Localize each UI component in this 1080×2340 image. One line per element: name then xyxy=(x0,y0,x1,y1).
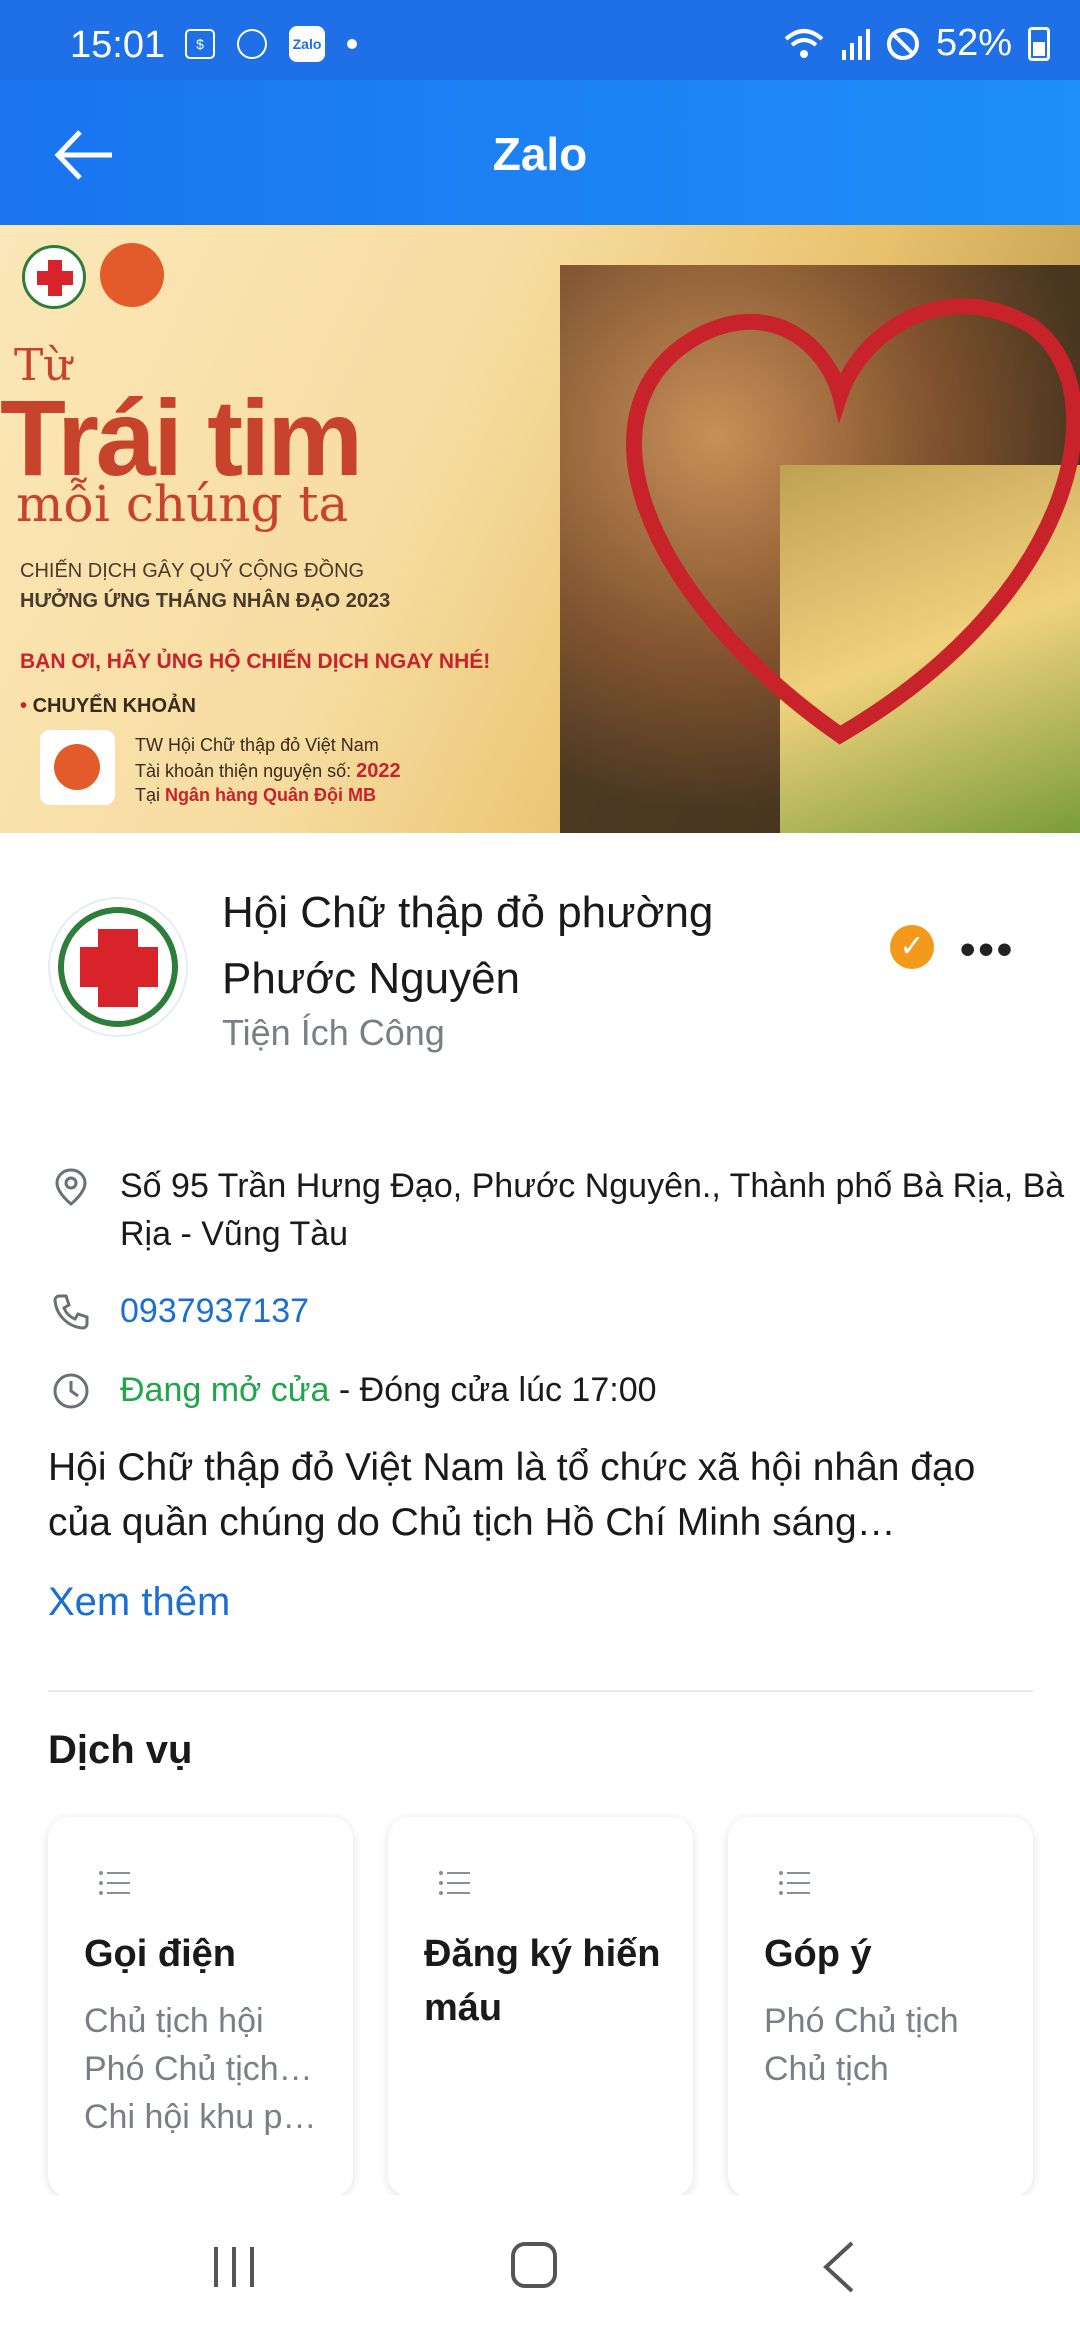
red-cross-icon-bar xyxy=(80,947,158,987)
sim-icon: $ xyxy=(185,29,215,59)
service-card-item: Phó Chủ tịch xyxy=(764,2002,959,2040)
status-bar: 15:01 $ Zalo 52% xyxy=(0,0,1080,80)
avatar[interactable] xyxy=(48,897,188,1037)
system-nav-bar xyxy=(0,2195,1080,2340)
banner-campaign: CHIẾN DỊCH GÂY QUỸ CỘNG ĐỒNG xyxy=(20,560,365,582)
status-time: 15:01 xyxy=(70,24,166,66)
divider xyxy=(48,1690,1033,1692)
banner-bank: Tại Ngân hàng Quân Đội MB xyxy=(135,785,376,806)
do-not-disturb-icon xyxy=(886,27,919,60)
see-more-link[interactable]: Xem thêm xyxy=(48,1580,230,1625)
heart-ribbon-graphic xyxy=(626,298,1080,745)
hours-row: Đang mở cửa - Đóng cửa lúc 17:00 xyxy=(50,1366,1040,1416)
fingerprint-icon xyxy=(237,29,267,59)
service-card-item: Phó Chủ tịch… xyxy=(84,2050,313,2088)
wifi-icon xyxy=(784,28,824,58)
location-pin-icon xyxy=(55,1168,87,1206)
banner-account-prefix: Tài khoản thiện nguyện số: xyxy=(135,761,352,781)
banner-call: BẠN ƠI, HÃY ỦNG HỘ CHIẾN DỊCH NGAY NHÉ! xyxy=(20,650,491,673)
closing-time: - Đóng cửa lúc 17:00 xyxy=(329,1371,657,1409)
home-icon[interactable] xyxy=(511,2242,557,2288)
humanitarian-hands-logo xyxy=(100,243,164,307)
phone-icon xyxy=(53,1294,89,1330)
phone-row[interactable]: 0937937137 xyxy=(50,1287,1040,1337)
list-icon xyxy=(99,1871,130,1895)
verified-badge-icon: ✓ xyxy=(890,925,934,969)
hours-text: Đang mở cửa - Đóng cửa lúc 17:00 xyxy=(120,1366,1080,1414)
address-row[interactable]: Số 95 Trần Hưng Đạo, Phước Nguyên., Thàn… xyxy=(50,1162,1064,1262)
service-card-call[interactable]: Gọi điện Chủ tịch hội Phó Chủ tịch… Chi … xyxy=(48,1817,353,2197)
header-title: Zalo xyxy=(492,128,588,180)
more-options-button[interactable]: ••• xyxy=(960,925,1015,975)
banner-org: TW Hội Chữ thập đỏ Việt Nam xyxy=(135,735,379,755)
recent-apps-icon[interactable] xyxy=(210,2243,258,2291)
battery-icon xyxy=(1028,26,1050,61)
banner-account-number: 2022 xyxy=(356,760,401,782)
service-card-item: Chủ tịch hội xyxy=(84,2002,264,2040)
app-header: Zalo xyxy=(0,80,1080,225)
description-text: Hội Chữ thập đỏ Việt Nam là tổ chức xã h… xyxy=(48,1446,976,1544)
service-card-title: Gọi điện xyxy=(84,1933,236,1975)
service-card-item: Chi hội khu p… xyxy=(84,2098,317,2136)
list-icon xyxy=(779,1871,810,1895)
clock-icon xyxy=(53,1373,89,1409)
banner-month: HƯỞNG ỨNG THÁNG NHÂN ĐẠO 2023 xyxy=(20,590,391,612)
zalo-notification-icon: Zalo xyxy=(289,26,325,62)
more-notifications-dot xyxy=(347,39,357,49)
banner-bank-prefix: Tại xyxy=(135,785,161,805)
cover-banner[interactable]: Từ Trái tim mỗi chúng ta CHIẾN DỊCH GÂY … xyxy=(0,225,1080,833)
banner-bank-name: Ngân hàng Quân Đội MB xyxy=(165,785,377,805)
phone-number-link[interactable]: 0937937137 xyxy=(120,1287,1080,1335)
battery-percent: 52% xyxy=(935,22,1012,64)
address-text: Số 95 Trần Hưng Đạo, Phước Nguyên., Thàn… xyxy=(120,1167,1065,1253)
services-title: Dịch vụ xyxy=(48,1728,193,1772)
profile-name: Hội Chữ thập đỏ phường Phước Nguyên xyxy=(222,888,714,1003)
nav-back-icon[interactable] xyxy=(818,2237,858,2297)
red-cross-logo xyxy=(22,245,86,309)
list-icon xyxy=(439,1871,470,1895)
banner-account: Tài khoản thiện nguyện số: 2022 xyxy=(135,760,401,783)
notification-icons: $ Zalo xyxy=(185,26,357,62)
open-status: Đang mở cửa xyxy=(120,1371,330,1409)
service-card-blood-donation[interactable]: Đăng ký hiến máu xyxy=(388,1817,693,2197)
system-status: 52% xyxy=(784,22,1050,65)
banner-transfer: CHUYỂN KHOẢN xyxy=(20,695,196,718)
banner-org-logo xyxy=(40,730,115,805)
service-card-title: Góp ý xyxy=(764,1933,872,1975)
service-card-feedback[interactable]: Góp ý Phó Chủ tịch Chủ tịch xyxy=(728,1817,1033,2197)
signal-icon xyxy=(841,28,870,60)
service-card-title: Đăng ký hiến máu xyxy=(424,1933,661,2029)
banner-subheadline: mỗi chúng ta xyxy=(16,475,349,533)
profile-category: Tiện Ích Công xyxy=(222,1012,445,1053)
service-card-item: Chủ tịch xyxy=(764,2050,889,2088)
